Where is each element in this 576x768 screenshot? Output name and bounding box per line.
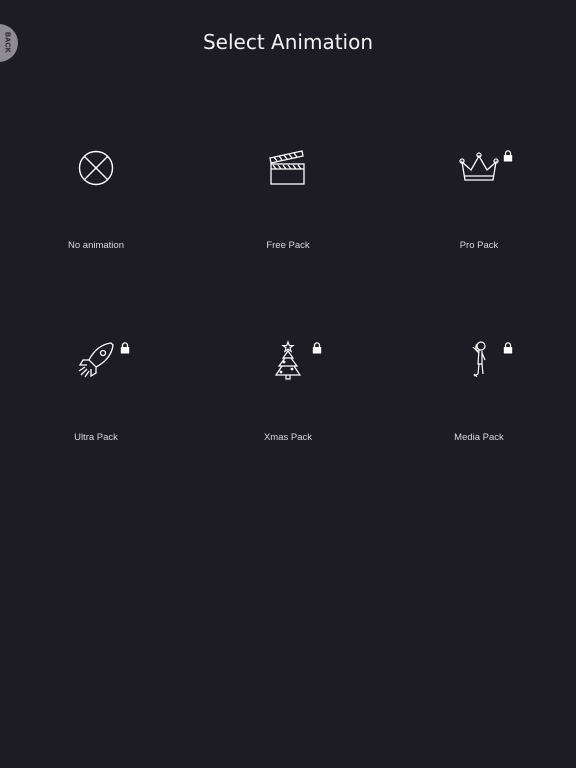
page-title: Select Animation [202, 30, 374, 54]
lock-icon [312, 342, 322, 354]
pack-tile-free-pack[interactable]: Free Pack [213, 130, 363, 270]
pack-label: Ultra Pack [74, 432, 118, 443]
pack-tile-media-pack[interactable]: Media Pack [404, 322, 554, 462]
pack-tile-ultra-pack[interactable]: Ultra Pack [21, 322, 171, 462]
lock-icon [503, 150, 513, 162]
pack-label: Media Pack [454, 432, 504, 443]
rocket-icon [74, 338, 118, 382]
pack-tile-no-animation[interactable]: No animation [21, 130, 171, 270]
clapperboard-icon [266, 146, 310, 190]
pack-label: No animation [68, 240, 124, 251]
crown-icon [457, 146, 501, 190]
pack-label: Xmas Pack [263, 432, 313, 443]
pack-label: Free Pack [266, 240, 310, 251]
no-animation-circle-x-icon [74, 146, 118, 190]
lock-icon [120, 342, 130, 354]
select-animation-screen: BACK Select Animation No animation Free … [0, 0, 576, 768]
stick-figure-icon [457, 338, 501, 382]
pack-label: Pro Pack [459, 240, 499, 251]
pack-tile-pro-pack[interactable]: Pro Pack [404, 130, 554, 270]
pack-tile-xmas-pack[interactable]: Xmas Pack [213, 322, 363, 462]
lock-icon [503, 342, 513, 354]
christmas-tree-icon [266, 338, 310, 382]
